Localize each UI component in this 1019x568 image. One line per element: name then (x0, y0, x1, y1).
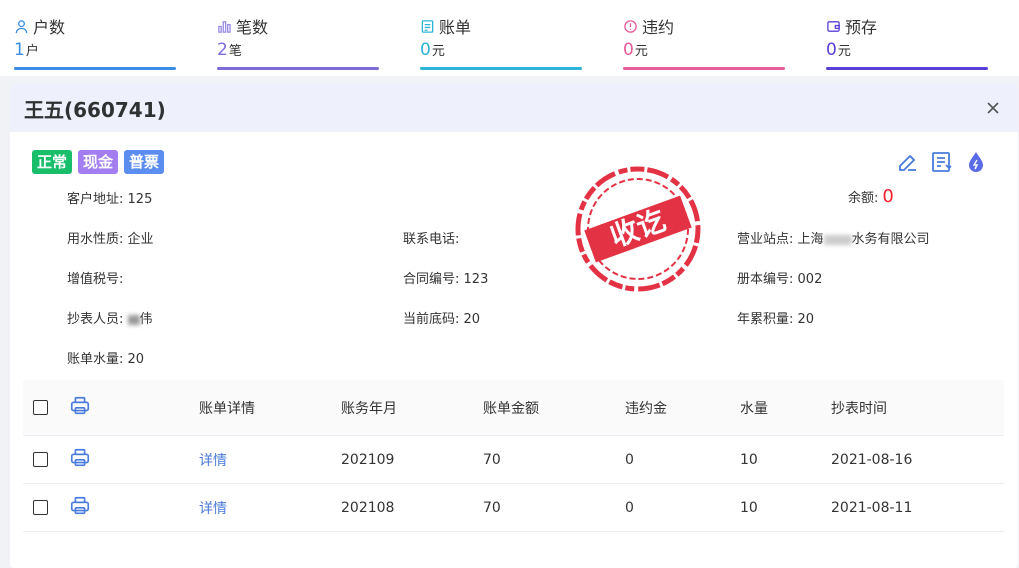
stat-households: 户数 1户 (14, 14, 176, 70)
svg-text:收讫: 收讫 (606, 203, 670, 253)
cell-time: 2021-08-16 (831, 451, 913, 468)
stat-unit: 笔 (228, 44, 242, 59)
stat-value: 1 (14, 40, 25, 60)
tag-cash: 现金 (78, 150, 119, 174)
print-icon[interactable] (69, 447, 91, 469)
info-station: 营业站点: 上海 水务有限公司 (737, 232, 930, 247)
panel-tools (896, 150, 988, 174)
col-amount: 账单金额 (483, 400, 539, 417)
info-contract: 合同编号: 123 (403, 272, 489, 287)
balance-value: 0 (882, 186, 894, 207)
info-meter: 当前底码: 20 (403, 312, 481, 327)
stat-value: 2 (217, 40, 228, 60)
stat-label: 违约 (642, 18, 675, 37)
col-month: 账务年月 (341, 400, 397, 417)
stat-underline (420, 67, 582, 70)
close-icon (987, 102, 999, 114)
stat-value: 0 (826, 40, 837, 60)
col-time: 抄表时间 (831, 400, 887, 417)
balance: 余额: 0 (848, 186, 894, 207)
info-bill-water: 账单水量: 20 (67, 352, 145, 367)
stat-unit: 元 (634, 44, 648, 59)
panel-header: 王五(660741) (10, 84, 1018, 132)
document-icon[interactable] (930, 150, 954, 174)
select-all-checkbox[interactable] (33, 400, 48, 415)
col-penalty: 违约金 (625, 400, 667, 417)
info-book: 册本编号: 002 (737, 272, 823, 287)
detail-link[interactable]: 详情 (199, 498, 341, 518)
stat-unit: 元 (837, 44, 851, 59)
info-annual: 年累积量: 20 (737, 312, 815, 327)
stat-label: 预存 (845, 18, 878, 37)
cell-month: 202109 (341, 451, 395, 468)
detail-link[interactable]: 详情 (199, 450, 341, 470)
cell-water: 10 (740, 499, 758, 516)
info-address: 客户地址: 125 (67, 192, 153, 207)
panel-title: 王五(660741) (24, 97, 166, 122)
wallet-icon (827, 20, 840, 32)
stat-count: 笔数 2笔 (217, 14, 379, 70)
info-water-type: 用水性质: 企业 (67, 232, 154, 247)
row-checkbox[interactable] (33, 500, 48, 515)
user-icon (15, 19, 28, 33)
print-icon[interactable] (69, 495, 91, 517)
stat-underline (217, 67, 379, 70)
bill-table: 账单详情 账务年月 账单金额 违约金 水量 抄表时间 详情 202109 70 … (23, 380, 1004, 532)
stat-unit: 户 (25, 44, 39, 59)
stat-prestore: 预存 0元 (826, 14, 988, 70)
cell-amount: 70 (483, 499, 501, 516)
tag-normal: 正常 (32, 150, 73, 174)
cell-penalty: 0 (625, 451, 634, 468)
stat-underline (826, 67, 988, 70)
stat-value: 0 (623, 40, 634, 60)
bill-icon (421, 19, 434, 33)
stat-label: 笔数 (236, 18, 269, 37)
table-row: 详情 202108 70 0 10 2021-08-11 (23, 484, 1004, 532)
stat-label: 户数 (33, 18, 66, 37)
tag-invoice: 普票 (124, 150, 165, 174)
print-icon[interactable] (69, 395, 91, 417)
close-button[interactable] (982, 97, 1004, 119)
info-phone: 联系电话: (403, 232, 460, 247)
stat-unit: 元 (431, 44, 445, 59)
stat-penalty: 违约 0元 (623, 14, 785, 70)
col-water: 水量 (740, 400, 768, 417)
stat-bill: 账单 0元 (420, 14, 582, 70)
customer-detail-panel: 王五(660741) 正常 现金 普票 客户地址: 125 余额: 0 用水性质:… (10, 84, 1018, 568)
stat-value: 0 (420, 40, 431, 60)
status-tags: 正常 现金 普票 (32, 150, 165, 174)
water-drop-icon[interactable] (964, 150, 988, 174)
paid-stamp-icon: 收讫 (575, 166, 701, 292)
cell-amount: 70 (483, 451, 501, 468)
stat-label: 账单 (439, 18, 472, 37)
stat-underline (623, 67, 785, 70)
info-reader: 抄表人员: 伟 (67, 312, 153, 327)
table-row: 详情 202109 70 0 10 2021-08-16 (23, 436, 1004, 484)
edit-icon[interactable] (896, 150, 920, 174)
stats-bar: 户数 1户 笔数 2笔 账单 0元 违约 0元 预存 0元 (0, 0, 1019, 76)
stat-underline (14, 67, 176, 70)
cell-time: 2021-08-11 (831, 499, 913, 516)
cell-water: 10 (740, 451, 758, 468)
bar-chart-icon (218, 20, 231, 33)
cell-month: 202108 (341, 499, 395, 516)
info-tax-number: 增值税号: (67, 272, 124, 287)
penalty-icon (624, 19, 637, 33)
table-header: 账单详情 账务年月 账单金额 违约金 水量 抄表时间 (23, 380, 1004, 436)
cell-penalty: 0 (625, 499, 634, 516)
col-detail: 账单详情 (199, 400, 255, 417)
row-checkbox[interactable] (33, 452, 48, 467)
